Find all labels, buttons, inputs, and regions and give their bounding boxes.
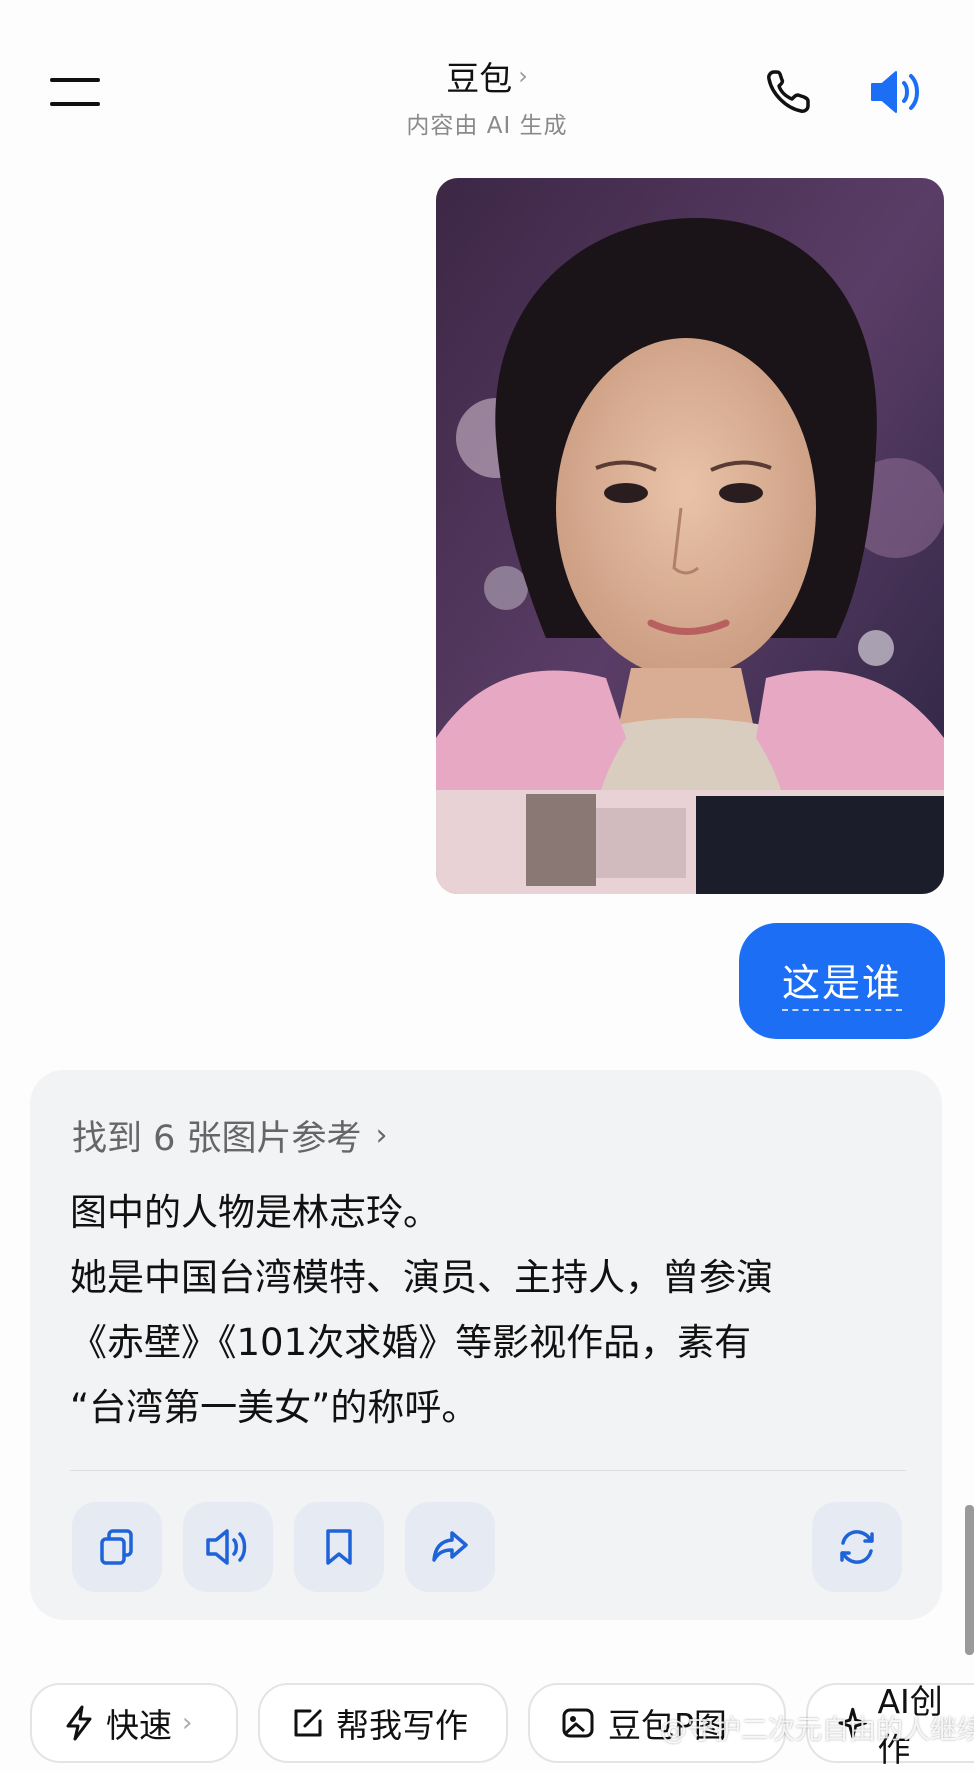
lightning-icon [66, 1705, 92, 1741]
chat-title-button[interactable]: 豆包 › [446, 52, 528, 100]
chip-label: 帮我写作 [336, 1706, 468, 1745]
regenerate-icon [840, 1530, 874, 1564]
ai-reply-text: 图中的人物是林志玲。 她是中国台湾模特、演员、主持人，曾参演 《赤壁》《101次… [70, 1180, 920, 1440]
top-bar: 豆包 › 内容由 AI 生成 [0, 0, 974, 150]
reply-line: 她是中国台湾模特、演员、主持人，曾参演 [70, 1256, 773, 1299]
read-aloud-button[interactable] [183, 1502, 273, 1592]
image-references-link[interactable]: 找到 6 张图片参考 › [72, 1110, 388, 1161]
chip-label: 快速 [106, 1706, 172, 1745]
regenerate-button[interactable] [812, 1502, 902, 1592]
user-message-bubble[interactable]: 这是谁 [739, 923, 945, 1039]
bookmark-icon [326, 1529, 352, 1565]
scrollbar[interactable] [965, 1505, 974, 1655]
read-aloud-toggle[interactable] [868, 66, 928, 118]
chip-fast-mode[interactable]: 快速 › [30, 1683, 238, 1763]
menu-icon-line [50, 102, 100, 106]
voice-call-button[interactable] [762, 66, 814, 118]
speak-icon [206, 1529, 247, 1565]
chat-title: 豆包 [446, 59, 513, 98]
chevron-right-icon: › [182, 1708, 193, 1738]
chat-title-block: 豆包 › 内容由 AI 生成 [337, 52, 637, 140]
menu-button[interactable] [50, 76, 100, 112]
image-edit-icon [562, 1708, 594, 1738]
ai-generated-notice: 内容由 AI 生成 [406, 113, 568, 139]
reply-line: “台湾第一美女”的称呼。 [70, 1386, 479, 1429]
divider [70, 1470, 906, 1471]
speaker-icon [871, 71, 919, 113]
copy-button[interactable] [72, 1502, 162, 1592]
bookmark-button[interactable] [294, 1502, 384, 1592]
copy-icon [100, 1529, 133, 1565]
phone-icon [767, 70, 810, 113]
selfie-photo [436, 178, 944, 894]
edit-icon [294, 1709, 322, 1737]
reply-line: 《赤壁》《101次求婚》等影视作品，素有 [70, 1321, 752, 1364]
watermark: @守护二次元自由的人继续 [660, 1715, 974, 1746]
references-label: 找到 6 张图片参考 [72, 1119, 362, 1159]
share-icon [432, 1531, 468, 1562]
menu-icon [50, 78, 100, 82]
chevron-right-icon: › [375, 1118, 388, 1153]
user-image-message[interactable] [436, 178, 944, 894]
share-button[interactable] [405, 1502, 495, 1592]
user-message-text: 这是谁 [781, 952, 902, 1011]
reply-line: 图中的人物是林志玲。 [70, 1191, 440, 1234]
ai-reply-card: 找到 6 张图片参考 › 图中的人物是林志玲。 她是中国台湾模特、演员、主持人，… [30, 1070, 942, 1620]
chip-help-me-write[interactable]: 帮我写作 [258, 1683, 508, 1763]
chevron-right-icon: › [518, 62, 528, 90]
